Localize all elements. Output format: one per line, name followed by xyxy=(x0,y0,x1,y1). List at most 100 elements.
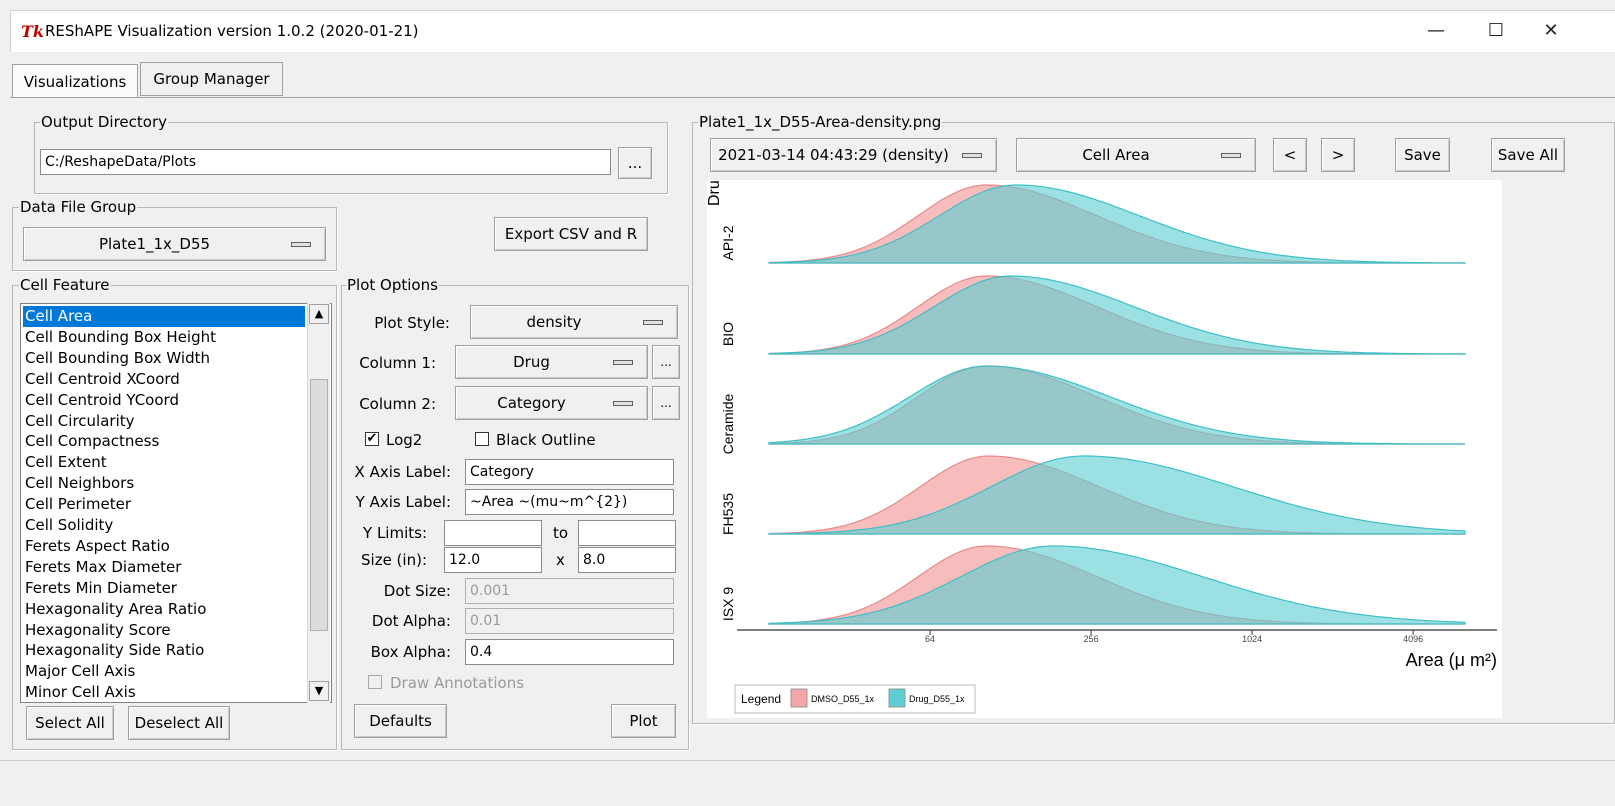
save-all-button[interactable]: Save All xyxy=(1491,138,1565,172)
to-label: to xyxy=(553,524,569,542)
y-limits-label: Y Limits: xyxy=(363,524,427,542)
density-Drug_D55_1x-BIO xyxy=(768,275,1466,355)
plot-panel-label: Plate1_1x_D55-Area-density.png xyxy=(698,113,943,131)
scroll-thumb[interactable] xyxy=(310,379,328,631)
close-button[interactable]: ✕ xyxy=(1531,19,1571,45)
cell-feature-item[interactable]: Cell Bounding Box Height xyxy=(23,327,305,348)
column2-select[interactable]: Category xyxy=(455,386,648,420)
facet-title: Drug xyxy=(707,180,723,206)
y-axis-label-label: Y Axis Label: xyxy=(355,493,451,511)
dropdown-indicator-icon xyxy=(613,401,633,406)
box-alpha-input[interactable]: 0.4 xyxy=(465,639,674,665)
ridges-layer xyxy=(768,184,1466,625)
dropdown-indicator-icon xyxy=(643,320,663,325)
column2-label: Column 2: xyxy=(359,395,436,413)
plot-button[interactable]: Plot xyxy=(611,704,676,738)
export-csv-r-button[interactable]: Export CSV and R xyxy=(494,217,648,251)
tab-divider xyxy=(10,97,1615,98)
cell-feature-item[interactable]: Cell Compactness xyxy=(23,431,305,452)
log2-label: Log2 xyxy=(386,431,423,449)
y-limit-max-input[interactable] xyxy=(578,520,676,546)
facet-labels-layer: API-2 BIO Ceramide FH535 ISX 9 xyxy=(720,225,736,621)
scroll-up-arrow-icon[interactable]: ▲ xyxy=(309,304,329,324)
x-tick-label: 256 xyxy=(1084,634,1099,644)
previous-plot-button[interactable]: < xyxy=(1273,138,1307,172)
column2-more-button[interactable]: ... xyxy=(652,386,680,420)
cell-feature-listbox[interactable]: Cell Area Cell Bounding Box Height Cell Bo… xyxy=(20,303,332,703)
y-axis-label-input[interactable]: ~Area ~(mu~m^{2}) xyxy=(465,489,674,515)
minimize-button[interactable]: — xyxy=(1416,19,1456,45)
black-outline-checkbox[interactable] xyxy=(475,432,489,446)
maximize-button[interactable]: ☐ xyxy=(1476,19,1516,45)
cell-feature-item[interactable]: Cell Circularity xyxy=(23,411,305,432)
cell-feature-item[interactable]: Hexagonality Score xyxy=(23,620,305,641)
draw-annotations-label: Draw Annotations xyxy=(390,674,525,692)
plot-version-select[interactable]: 2021-03-14 04:43:29 (density) xyxy=(710,138,997,172)
tk-app-icon: Tk xyxy=(21,22,44,41)
legend-entry: DMSO_D55_1x xyxy=(811,694,875,704)
x-tick-label: 4096 xyxy=(1403,634,1423,644)
dot-size-input[interactable]: 0.001 xyxy=(465,578,674,604)
cell-feature-item[interactable]: Cell Bounding Box Width xyxy=(23,348,305,369)
save-button[interactable]: Save xyxy=(1395,138,1450,172)
tab-group-manager[interactable]: Group Manager xyxy=(140,62,283,96)
y-limit-min-input[interactable] xyxy=(444,520,542,546)
density-ridgeline-chart: API-2 BIO Ceramide FH535 ISX 9 64 256 1024 4096… xyxy=(706,171,1497,714)
plot-style-select[interactable]: density xyxy=(470,305,678,339)
status-bar xyxy=(0,760,1615,806)
cell-feature-item[interactable]: Hexagonality Area Ratio xyxy=(23,599,305,620)
listbox-scrollbar[interactable]: ▲ ▼ xyxy=(307,303,330,703)
cell-feature-item[interactable]: Cell Centroid XCoord xyxy=(23,369,305,390)
output-directory-input[interactable]: C:/ReshapeData/Plots xyxy=(40,149,611,175)
window-title: REShAPE Visualization version 1.0.2 (202… xyxy=(45,22,419,40)
defaults-button[interactable]: Defaults xyxy=(354,704,447,738)
x-tick-label: 1024 xyxy=(1242,634,1262,644)
facet-label: Ceramide xyxy=(720,393,736,454)
cell-feature-item[interactable]: Minor Cell Axis xyxy=(23,682,305,703)
density-Drug_D55_1x-API-2 xyxy=(768,184,1466,264)
density-Drug_D55_1x-Ceramide xyxy=(768,365,1465,445)
dropdown-indicator-icon xyxy=(1221,153,1241,158)
x-axis-label-input[interactable]: Category xyxy=(465,459,674,485)
dot-alpha-label: Dot Alpha: xyxy=(371,612,451,630)
legend-swatch xyxy=(888,688,906,708)
facet-label: BIO xyxy=(720,322,736,346)
dot-alpha-input[interactable]: 0.01 xyxy=(465,608,674,634)
cell-feature-item[interactable]: Cell Perimeter xyxy=(23,494,305,515)
cell-feature-item[interactable]: Ferets Min Diameter xyxy=(23,578,305,599)
browse-output-button[interactable]: ... xyxy=(618,147,652,179)
plot-version-value: 2021-03-14 04:43:29 (density) xyxy=(718,146,949,164)
cell-feature-item[interactable]: Cell Extent xyxy=(23,452,305,473)
plot-image: API-2 BIO Ceramide FH535 ISX 9 64 256 1024 4096… xyxy=(706,171,1502,718)
column1-value: Drug xyxy=(513,353,550,371)
next-plot-button[interactable]: > xyxy=(1321,138,1355,172)
size-width-input[interactable]: 12.0 xyxy=(444,547,542,573)
facet-label: API-2 xyxy=(720,225,736,260)
cell-feature-item[interactable]: Ferets Max Diameter xyxy=(23,557,305,578)
deselect-all-button[interactable]: Deselect All xyxy=(128,706,230,740)
legend-title: Legend xyxy=(741,692,781,706)
title-bar: Tk REShAPE Visualization version 1.0.2 (… xyxy=(10,10,1615,52)
data-file-group-label: Data File Group xyxy=(19,198,138,216)
plot-feature-select[interactable]: Cell Area xyxy=(1016,138,1256,172)
column1-select[interactable]: Drug xyxy=(455,345,648,379)
cell-feature-item[interactable]: Cell Area xyxy=(23,306,305,327)
box-alpha-label: Box Alpha: xyxy=(370,643,451,661)
cell-feature-item[interactable]: Ferets Aspect Ratio xyxy=(23,536,305,557)
cell-feature-item[interactable]: Cell Solidity xyxy=(23,515,305,536)
select-all-button[interactable]: Select All xyxy=(26,706,114,740)
data-file-group-select[interactable]: Plate1_1x_D55 xyxy=(23,227,326,261)
draw-annotations-checkbox[interactable] xyxy=(368,675,382,689)
column1-more-button[interactable]: ... xyxy=(652,345,680,379)
cell-feature-item[interactable]: Hexagonality Side Ratio xyxy=(23,640,305,661)
dropdown-indicator-icon xyxy=(962,153,982,158)
size-height-input[interactable]: 8.0 xyxy=(578,547,676,573)
cell-feature-item[interactable]: Major Cell Axis xyxy=(23,661,305,682)
facet-label: FH535 xyxy=(720,493,736,535)
log2-checkbox[interactable]: ✔ xyxy=(365,432,379,446)
scroll-down-arrow-icon[interactable]: ▼ xyxy=(309,681,329,701)
cell-feature-item[interactable]: Cell Centroid YCoord xyxy=(23,390,305,411)
cell-feature-item[interactable]: Cell Neighbors xyxy=(23,473,305,494)
tab-visualizations[interactable]: Visualizations xyxy=(12,64,138,98)
column1-label: Column 1: xyxy=(359,354,436,372)
